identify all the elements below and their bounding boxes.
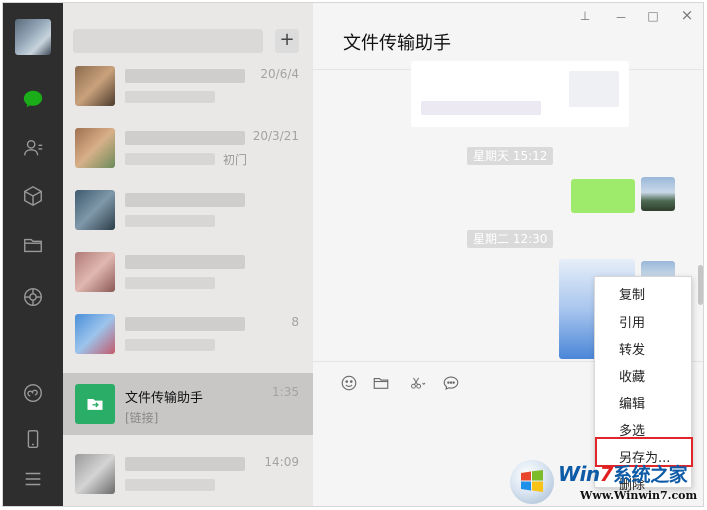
- session-item[interactable]: 14:09: [63, 443, 313, 505]
- card-text-blurred: [421, 101, 541, 115]
- watermark: Win7系统之家 Www.Winwin7.com: [510, 458, 706, 508]
- maximize-button[interactable]: □: [645, 9, 661, 23]
- session-message-blurred: [125, 339, 215, 351]
- session-avatar: [75, 314, 115, 354]
- link-card-message[interactable]: [411, 61, 629, 127]
- watermark-brand: Win7系统之家: [558, 462, 688, 486]
- close-button[interactable]: ×: [679, 6, 695, 24]
- chat-history-icon[interactable]: [441, 373, 461, 393]
- self-avatar[interactable]: [641, 177, 675, 211]
- mini-program-icon[interactable]: [21, 381, 45, 405]
- screenshot-icon[interactable]: [405, 373, 431, 393]
- session-name-blurred: [125, 317, 245, 331]
- emoji-icon[interactable]: [339, 373, 359, 393]
- session-name-blurred: [125, 255, 245, 269]
- watermark-url: Www.Winwin7.com: [580, 489, 698, 502]
- session-name-blurred: [125, 131, 245, 145]
- card-thumb-blurred: [569, 71, 619, 107]
- contacts-icon[interactable]: [21, 136, 45, 160]
- menu-item-forward[interactable]: 转发: [619, 339, 645, 358]
- session-item[interactable]: 20/3/21 初门: [63, 117, 313, 179]
- session-avatar: [75, 66, 115, 106]
- session-message-blurred: [125, 215, 215, 227]
- session-preview: 初门: [223, 153, 248, 167]
- session-last-message: [链接]: [125, 411, 159, 425]
- folder-arrow-icon: [87, 399, 103, 410]
- session-time: 20/6/4: [260, 67, 299, 81]
- sent-message-bubble[interactable]: [571, 179, 635, 213]
- favorites-icon[interactable]: [21, 184, 45, 208]
- session-time: 20/3/21: [252, 129, 299, 143]
- user-avatar[interactable]: [15, 19, 51, 55]
- session-avatar: [75, 454, 115, 494]
- session-item[interactable]: 20/6/4: [63, 55, 313, 117]
- session-message-blurred: [125, 277, 215, 289]
- moments-icon[interactable]: [21, 285, 45, 309]
- session-time: 8: [291, 315, 299, 329]
- phone-icon[interactable]: [21, 427, 45, 451]
- session-name-blurred: [125, 193, 245, 207]
- session-time: 1:35: [272, 385, 299, 399]
- minimize-button[interactable]: －: [613, 9, 629, 26]
- add-button[interactable]: +: [275, 29, 299, 53]
- nav-bar: [3, 3, 63, 506]
- session-list: + 20/6/4 20/3/21 初门 8 文件传输助手 [链接] 1:35 1…: [63, 3, 313, 506]
- timestamp-tag: 星期天 15:12: [467, 147, 554, 165]
- session-name: 文件传输助手: [125, 391, 204, 406]
- session-avatar: [75, 190, 115, 230]
- windows-flag-icon: [521, 470, 543, 492]
- chat-title: 文件传输助手: [343, 33, 451, 54]
- session-item[interactable]: [63, 179, 313, 241]
- session-message-blurred: [125, 91, 215, 103]
- menu-item-quote[interactable]: 引用: [619, 312, 645, 331]
- scrollbar[interactable]: [698, 265, 703, 305]
- session-avatar: [75, 252, 115, 292]
- file-transfer-avatar: [75, 384, 115, 424]
- session-item[interactable]: 8: [63, 303, 313, 365]
- menu-icon[interactable]: [21, 467, 45, 491]
- search-input[interactable]: [73, 29, 263, 53]
- timestamp-tag: 星期二 12:30: [467, 230, 554, 248]
- session-message-blurred: [125, 153, 215, 165]
- file-icon[interactable]: [371, 373, 391, 393]
- folder-icon[interactable]: [21, 233, 45, 257]
- session-item-file-transfer[interactable]: 文件传输助手 [链接] 1:35: [63, 373, 313, 435]
- session-name-blurred: [125, 69, 245, 83]
- session-avatar: [75, 128, 115, 168]
- session-time: 14:09: [264, 455, 299, 469]
- session-name-blurred: [125, 457, 245, 471]
- menu-item-edit[interactable]: 编辑: [619, 393, 645, 412]
- pin-icon[interactable]: ⊥: [577, 9, 593, 23]
- menu-item-copy[interactable]: 复制: [619, 284, 645, 303]
- chat-icon[interactable]: [21, 87, 45, 111]
- menu-item-favorite[interactable]: 收藏: [619, 366, 645, 385]
- session-item[interactable]: [63, 241, 313, 303]
- session-message-blurred: [125, 479, 215, 491]
- context-menu: 复制 引用 转发 收藏 编辑 多选 另存为... 删除: [594, 276, 693, 493]
